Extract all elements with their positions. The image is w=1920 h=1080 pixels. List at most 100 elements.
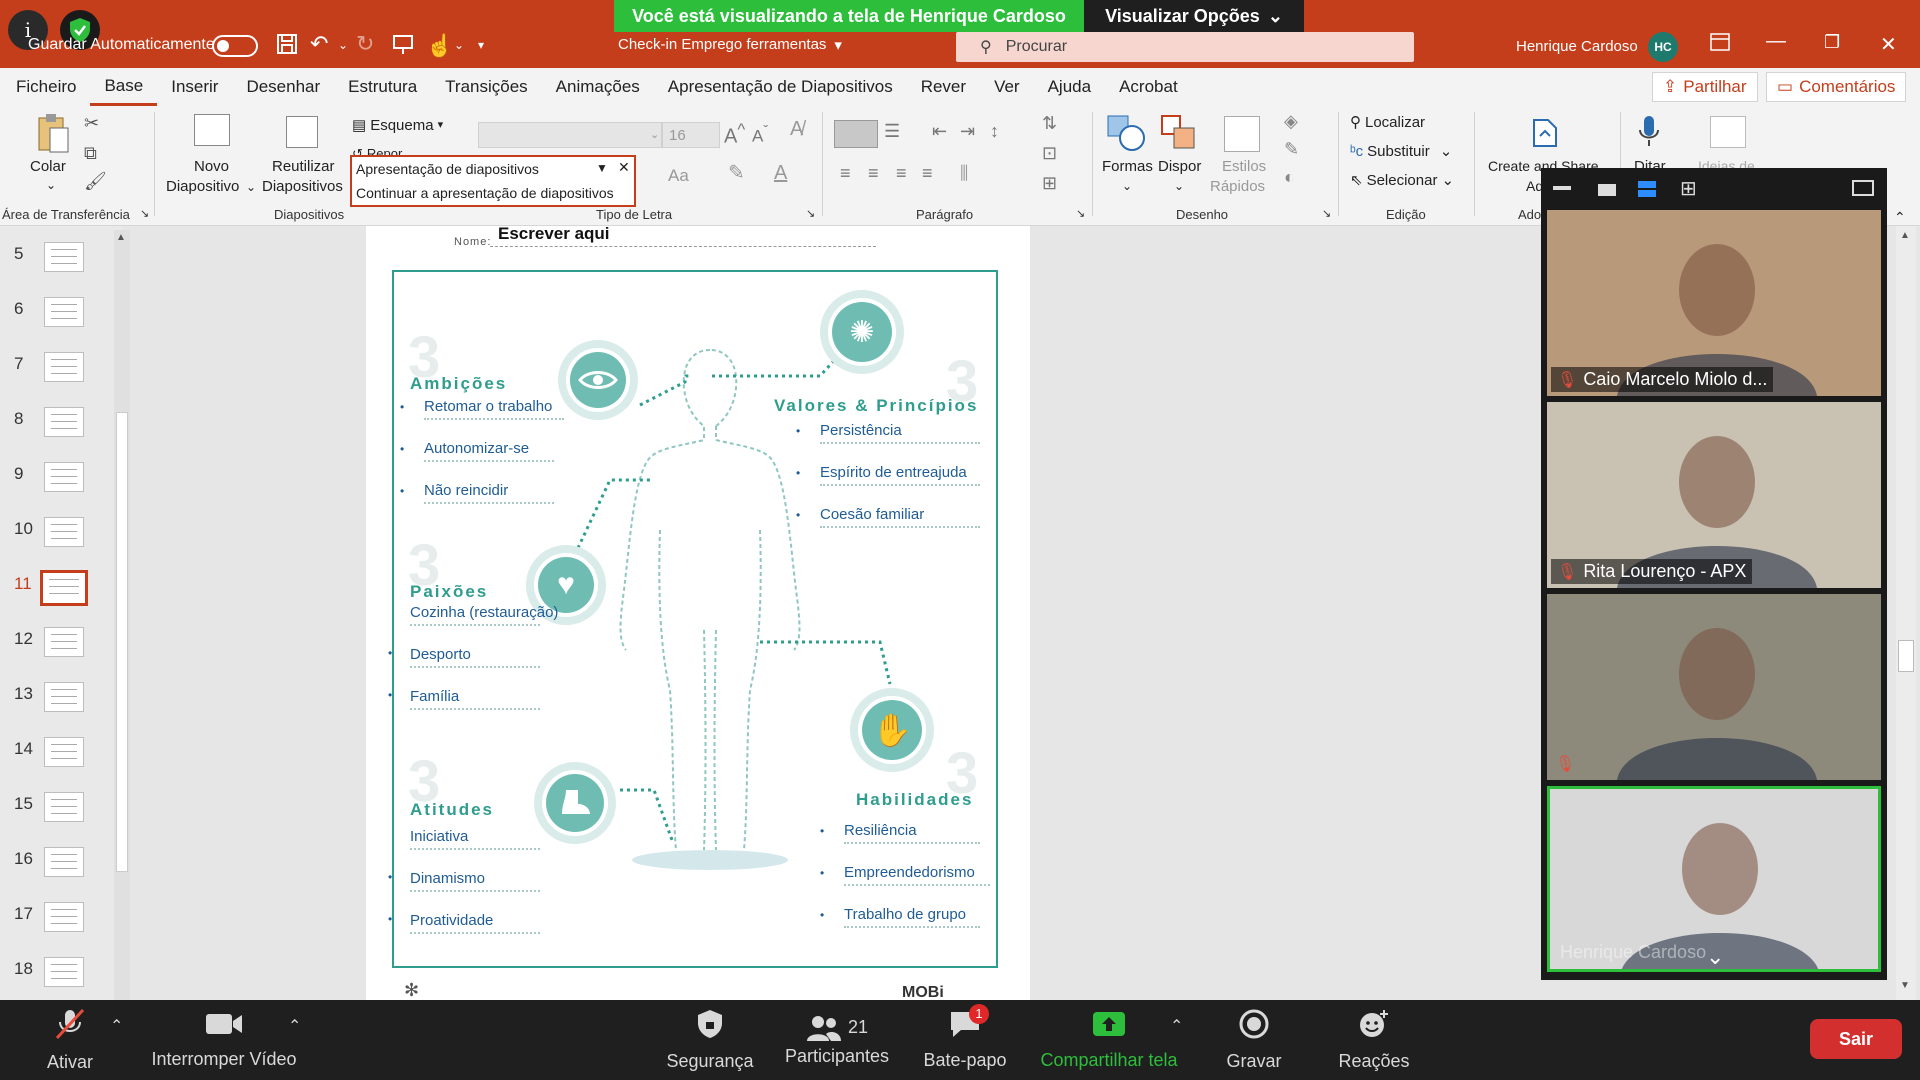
font-launcher-icon[interactable]: ↘ [806, 207, 815, 220]
clear-format-icon[interactable]: A̸ [790, 119, 803, 139]
name-text-box[interactable]: Escrever aqui [498, 224, 610, 244]
exit-floating-icon[interactable] [1852, 180, 1874, 196]
microphone-icon[interactable] [1638, 114, 1660, 148]
tab-transicoes[interactable]: Transições [431, 68, 542, 106]
participant-video-tile[interactable]: 🎙 Rita Lourenço - APX [1547, 402, 1881, 588]
paste-label[interactable]: Colar [30, 157, 66, 176]
drawing-launcher-icon[interactable]: ↘ [1322, 207, 1331, 220]
minimize-icon[interactable]: — [1766, 30, 1786, 53]
select-button[interactable]: ⇖ Selecionar ⌄ [1350, 171, 1454, 190]
stop-video-button[interactable]: Interromper Vídeo [144, 1000, 304, 1080]
slide-thumbnail[interactable] [44, 792, 84, 822]
arrange-dropdown-icon[interactable]: ⌄ [1174, 177, 1184, 196]
tab-rever[interactable]: Rever [907, 68, 980, 106]
restore-icon[interactable]: ❐ [1824, 32, 1840, 53]
tab-estrutura[interactable]: Estrutura [334, 68, 431, 106]
popup-dropdown-icon[interactable]: ▼ [596, 161, 608, 175]
tab-ficheiro[interactable]: Ficheiro [2, 68, 90, 106]
touch-mode-icon[interactable]: ☝ [426, 33, 453, 59]
hide-video-icon[interactable] [1598, 184, 1616, 196]
columns-icon[interactable]: ⫼ [960, 164, 968, 183]
align-text-icon[interactable]: ⊡ [1042, 144, 1057, 163]
reactions-button[interactable]: Reações [1334, 1000, 1414, 1080]
find-button[interactable]: ⚲ Localizar [1350, 113, 1425, 132]
touch-dropdown-icon[interactable]: ⌄ [454, 38, 464, 52]
format-painter-icon[interactable]: 🖌 [84, 172, 107, 191]
decrease-font-icon[interactable]: Aˇ [752, 122, 768, 146]
participant-video-tile[interactable]: 🎙 Caio Marcelo Miolo d... [1547, 210, 1881, 396]
slide-scrollbar[interactable] [1896, 226, 1916, 1000]
quick-styles-label-2[interactable]: Rápidos [1210, 177, 1265, 196]
smartart-icon[interactable]: ⊞ [1042, 174, 1057, 193]
slide-thumbnail[interactable] [44, 682, 84, 712]
slide-thumbnail[interactable] [44, 627, 84, 657]
decrease-indent-icon[interactable]: ⇤ [932, 122, 947, 141]
slide-thumbnail[interactable] [40, 570, 88, 606]
align-left-icon[interactable]: ≡ [840, 164, 851, 183]
slide-scrollbar-thumb[interactable] [1898, 640, 1914, 672]
increase-font-icon[interactable]: A^ [724, 120, 745, 147]
unmute-button[interactable]: Ativar [36, 1000, 104, 1080]
design-ideas-icon[interactable] [1710, 116, 1746, 148]
new-slide-label-2[interactable]: Diapositivo [166, 177, 239, 196]
save-icon[interactable] [276, 33, 298, 61]
replace-button[interactable]: ᵇc Substituir ⌄ [1350, 142, 1452, 161]
comments-button[interactable]: ▭ Comentários [1766, 72, 1907, 102]
tab-inserir[interactable]: Inserir [157, 68, 232, 106]
align-center-icon[interactable]: ≡ [868, 164, 879, 183]
tab-ajuda[interactable]: Ajuda [1034, 68, 1105, 106]
share-options-icon[interactable]: ⌃ [1170, 1016, 1183, 1036]
undo-icon[interactable]: ↶ [310, 31, 328, 57]
quick-styles-label-1[interactable]: Estilos [1222, 157, 1266, 176]
popup-close-icon[interactable]: ✕ [618, 159, 630, 176]
document-title[interactable]: Check-in Emprego ferramentas ▾ [618, 36, 842, 54]
video-options-icon[interactable]: ⌃ [288, 1016, 301, 1036]
popup-item-continue[interactable]: Continuar a apresentação de diapositivos [356, 185, 614, 201]
align-right-icon[interactable]: ≡ [896, 164, 907, 183]
bullets-button[interactable] [834, 120, 878, 148]
scroll-down-icon[interactable]: ▼ [1900, 980, 1910, 991]
speaker-view-icon[interactable] [1638, 180, 1656, 198]
tab-base[interactable]: Base [90, 68, 158, 106]
shape-fill-icon[interactable]: ◈ [1284, 112, 1298, 131]
increase-indent-icon[interactable]: ⇥ [960, 122, 975, 141]
new-slide-dropdown-icon[interactable]: ⌄ [246, 178, 256, 197]
thumbnail-scrollbar-thumb[interactable] [116, 412, 128, 872]
paste-icon[interactable] [36, 112, 70, 154]
close-icon[interactable]: ✕ [1880, 32, 1897, 57]
tab-acrobat[interactable]: Acrobat [1105, 68, 1192, 106]
slide-thumbnail[interactable] [44, 297, 84, 327]
paste-dropdown-icon[interactable]: ⌄ [46, 176, 56, 195]
shapes-dropdown-icon[interactable]: ⌄ [1122, 177, 1132, 196]
slide-thumbnail[interactable] [44, 957, 84, 987]
participant-video-tile[interactable]: 🎙 [1547, 594, 1881, 780]
shapes-icon[interactable] [1106, 114, 1146, 152]
gallery-view-icon[interactable]: ⊞ [1680, 179, 1697, 199]
undo-dropdown-icon[interactable]: ⌄ [338, 38, 348, 52]
font-name-dropdown-icon[interactable]: ⌄ [650, 126, 659, 145]
slide-thumbnail[interactable] [44, 737, 84, 767]
justify-icon[interactable]: ≡ [922, 164, 933, 183]
ribbon-display-icon[interactable] [1710, 33, 1730, 57]
slide-thumbnail[interactable] [44, 517, 84, 547]
reuse-slides-label-1[interactable]: Reutilizar [272, 157, 335, 176]
slide-thumbnail[interactable] [44, 847, 84, 877]
font-color-icon[interactable]: A [774, 163, 787, 183]
quick-styles-icon[interactable] [1224, 116, 1260, 152]
shape-outline-icon[interactable]: ✎ [1284, 140, 1299, 159]
font-name-box[interactable] [478, 122, 662, 148]
autosave-toggle[interactable] [212, 35, 258, 57]
clipboard-launcher-icon[interactable]: ↘ [140, 207, 149, 220]
view-options-button[interactable]: Visualizar Opções ⌄ [1084, 0, 1304, 32]
record-button[interactable]: Gravar [1222, 1000, 1286, 1080]
present-from-start-icon[interactable] [392, 33, 414, 61]
slide-thumbnail[interactable] [44, 462, 84, 492]
create-share-adobe-icon[interactable] [1532, 118, 1558, 148]
slide-thumbnail[interactable] [44, 352, 84, 382]
text-direction-icon[interactable]: ⇅ [1042, 114, 1057, 133]
redo-icon[interactable]: ↻ [356, 31, 374, 57]
chat-button[interactable]: 1 Bate-papo [918, 1000, 1012, 1080]
slide-thumbnail[interactable] [44, 407, 84, 437]
highlight-icon[interactable]: ✎ [728, 163, 745, 183]
shape-effects-icon[interactable]: ◐ [1284, 168, 1295, 187]
